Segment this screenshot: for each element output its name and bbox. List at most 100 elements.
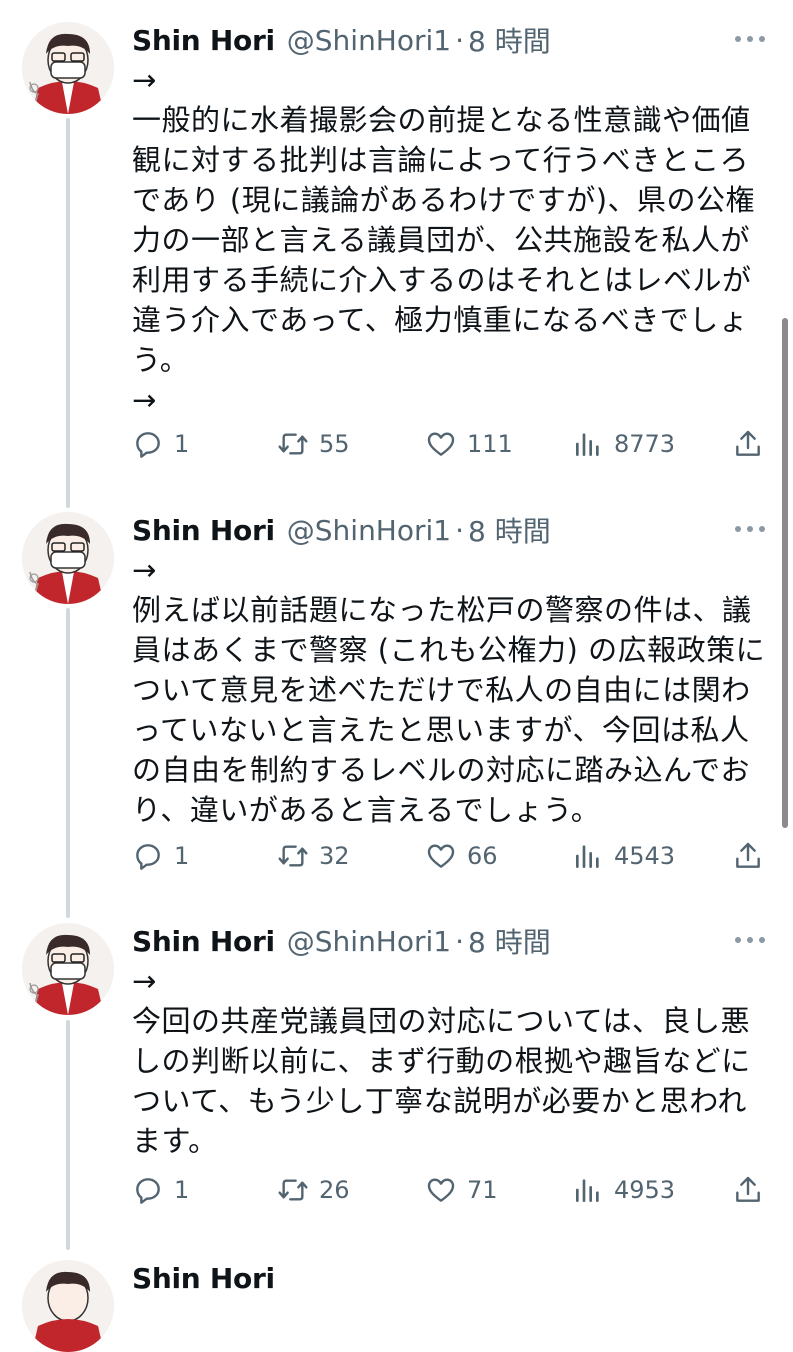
- reply-count: 1: [174, 1176, 190, 1204]
- views-count: 8773: [614, 430, 676, 458]
- views-icon: [576, 1179, 599, 1202]
- tweet-text-line: →: [132, 63, 157, 97]
- retweet-button[interactable]: 55: [277, 424, 350, 464]
- tweet-text-line: →: [132, 553, 157, 587]
- tweet-actions: 1 32 66 4543: [132, 836, 772, 876]
- reply-icon: [136, 432, 160, 458]
- like-count: 66: [467, 842, 498, 870]
- more-icon[interactable]: [735, 522, 765, 536]
- like-count: 71: [467, 1176, 498, 1204]
- retweet-count: 26: [319, 1176, 350, 1204]
- share-icon: [736, 430, 760, 456]
- tweet-text-line: 利用する手続に介入するのはそれとはレベルが: [132, 263, 752, 297]
- like-icon: [427, 432, 455, 456]
- share-icon: [736, 1176, 760, 1202]
- views-icon: [576, 433, 599, 456]
- views-button[interactable]: 4953: [572, 1170, 675, 1210]
- tweet-text-line: であり (現に議論があるわけですが)、県の公権: [132, 183, 756, 217]
- reply-icon: [136, 844, 160, 870]
- avatar[interactable]: [22, 1260, 114, 1352]
- tweet-text-line: 観に対する批判は言論によって行うべきところ: [132, 143, 750, 177]
- author-name[interactable]: Shin Hori: [132, 514, 275, 547]
- tweet-text-line: ます。: [132, 1124, 218, 1158]
- tweet-text: → 今回の共産党議員団の対応については、良し悪 しの判断以前に、まず行動の根拠や…: [132, 961, 751, 1161]
- tweet-header: Shin Hori @ShinHori1 · 8 時間: [132, 508, 551, 552]
- author-name[interactable]: Shin Hori: [132, 24, 275, 57]
- tweet-text: → 一般的に水着撮影会の前提となる性意識や価値 観に対する批判は言論によって行う…: [132, 60, 756, 420]
- tweet-text-line: り、違いがあると言えるでしょう。: [132, 793, 601, 827]
- avatar-illustration: [22, 22, 114, 114]
- like-count: 111: [467, 430, 513, 458]
- like-button[interactable]: 71: [425, 1170, 498, 1210]
- like-icon: [427, 1178, 455, 1202]
- separator-dot: ·: [455, 924, 465, 958]
- retweet-button[interactable]: 26: [277, 1170, 350, 1210]
- author-name[interactable]: Shin Hori: [132, 925, 275, 958]
- avatar[interactable]: [22, 923, 114, 1015]
- scrollbar[interactable]: [782, 318, 788, 828]
- more-icon[interactable]: [735, 32, 765, 46]
- views-button[interactable]: 4543: [572, 836, 675, 876]
- tweet-actions: 1 55 111 8773: [132, 424, 772, 464]
- like-button[interactable]: 66: [425, 836, 498, 876]
- tweet-text-line: しの判断以前に、まず行動の根拠や趣旨などに: [132, 1044, 751, 1078]
- views-count: 4543: [614, 842, 676, 870]
- tweet-text-line: 違う介入であって、極力慎重になるべきでしょ: [132, 303, 749, 337]
- reply-count: 1: [174, 842, 190, 870]
- author-handle[interactable]: @ShinHori1: [287, 24, 451, 57]
- retweet-count: 55: [319, 430, 350, 458]
- separator-dot: ·: [455, 23, 465, 57]
- like-button[interactable]: 111: [425, 424, 513, 464]
- avatar-illustration: [22, 512, 114, 604]
- thread-connector: [66, 118, 70, 508]
- avatar[interactable]: [22, 512, 114, 604]
- tweet-text-line: っていないと言えたと思いますが、今回は私人: [132, 713, 750, 747]
- tweet-text-line: 員はあくまで警察 (これも公権力) の広報政策に: [132, 633, 766, 667]
- tweet-text-line: ついて、もう少し丁寧な説明が必要かと思われ: [132, 1084, 747, 1118]
- views-button[interactable]: 8773: [572, 424, 675, 464]
- timestamp[interactable]: 8 時間: [468, 20, 551, 60]
- author-name[interactable]: Shin Hori: [132, 1262, 275, 1295]
- tweet-text-line: 今回の共産党議員団の対応については、良し悪: [132, 1004, 751, 1038]
- share-button[interactable]: [732, 424, 774, 464]
- thread-connector: [66, 1020, 70, 1250]
- share-button[interactable]: [732, 836, 774, 876]
- reply-button[interactable]: 1: [132, 1170, 189, 1210]
- retweet-icon: [278, 433, 308, 455]
- share-icon: [736, 842, 760, 868]
- retweet-icon: [278, 1179, 308, 1201]
- tweet-text-line: う。: [132, 343, 190, 377]
- share-button[interactable]: [732, 1170, 774, 1210]
- tweet-header: Shin Hori @ShinHori1 · 8 時間: [132, 18, 551, 62]
- more-icon[interactable]: [735, 933, 765, 947]
- separator-dot: ·: [455, 513, 465, 547]
- reply-button[interactable]: 1: [132, 836, 189, 876]
- avatar[interactable]: [22, 22, 114, 114]
- reply-count: 1: [174, 430, 190, 458]
- reply-icon: [136, 1178, 160, 1204]
- views-count: 4953: [614, 1176, 676, 1204]
- thread-connector: [66, 608, 70, 918]
- retweet-button[interactable]: 32: [277, 836, 350, 876]
- author-handle[interactable]: @ShinHori1: [287, 514, 451, 547]
- tweet-text: → 例えば以前話題になった松戸の警察の件は、議 員はあくまで警察 (これも公権力…: [132, 550, 766, 830]
- tweet-text-line: ついて意見を述べただけで私人の自由には関わ: [132, 673, 751, 707]
- tweet-text-line: →: [132, 383, 157, 417]
- tweet-text-line: 力の一部と言える議員団が、公共施設を私人が: [132, 223, 751, 257]
- avatar-illustration: [22, 1260, 114, 1352]
- tweet-text-line: 例えば以前話題になった松戸の警察の件は、議: [132, 593, 752, 627]
- reply-button[interactable]: 1: [132, 424, 189, 464]
- retweet-count: 32: [319, 842, 350, 870]
- tweet-text-line: 一般的に水着撮影会の前提となる性意識や価値: [132, 103, 751, 137]
- like-icon: [427, 844, 455, 868]
- views-icon: [576, 845, 599, 868]
- tweet-header: Shin Hori @ShinHori1 · 8 時間: [132, 919, 551, 963]
- tweet-actions: 1 26 71 4953: [132, 1170, 772, 1210]
- tweet-text-line: の自由を制約するレベルの対応に踏み込んでお: [132, 753, 751, 787]
- tweet-text-line: →: [132, 964, 157, 998]
- retweet-icon: [278, 845, 308, 867]
- timestamp[interactable]: 8 時間: [468, 510, 551, 550]
- author-handle[interactable]: @ShinHori1: [287, 925, 451, 958]
- timestamp[interactable]: 8 時間: [468, 921, 551, 961]
- avatar-illustration: [22, 923, 114, 1015]
